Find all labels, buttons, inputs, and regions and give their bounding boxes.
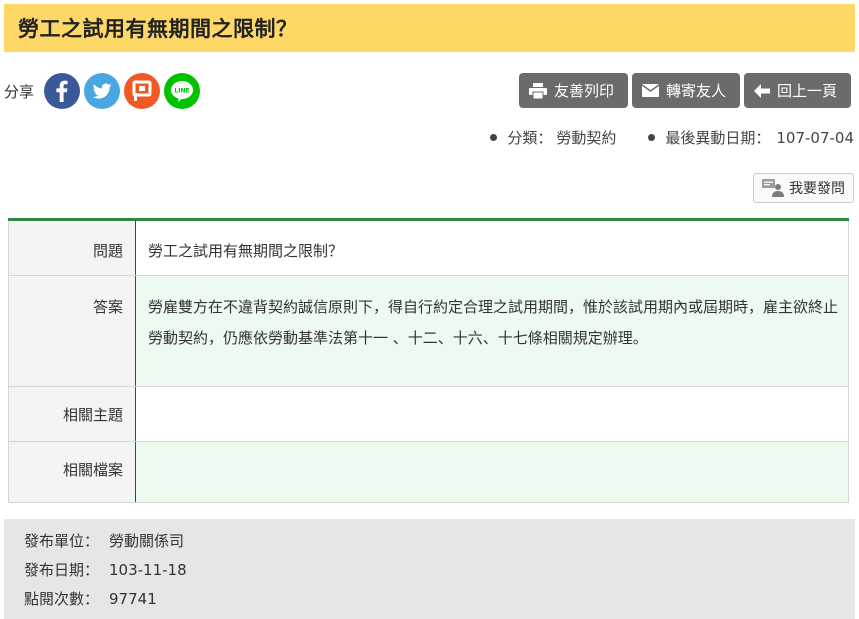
answer-label: 答案 xyxy=(8,275,136,387)
category-value: 勞動契約 xyxy=(556,129,617,147)
related-files-label: 相關檔案 xyxy=(8,441,136,503)
plurk-icon[interactable] xyxy=(124,73,161,109)
updated-info: 最後異動日期： 107-07-04 xyxy=(648,127,854,148)
question-label: 問題 xyxy=(8,219,136,276)
printer-icon xyxy=(528,82,547,99)
envelope-icon xyxy=(641,84,659,97)
share-label: 分享 xyxy=(4,82,35,101)
forward-button-label: 轉寄友人 xyxy=(665,82,726,100)
view-count-label: 點閱次數： xyxy=(24,590,100,608)
arrow-left-icon xyxy=(753,83,770,98)
publish-unit-label: 發布單位： xyxy=(24,532,100,550)
updated-label: 最後異動日期： xyxy=(665,129,771,147)
page-title: 勞工之試用有無期間之限制？ xyxy=(18,17,298,41)
related-topics-row: 相關主題 xyxy=(8,386,849,442)
related-files-value xyxy=(135,441,849,503)
print-button-label: 友善列印 xyxy=(553,82,614,100)
view-count-value: 97741 xyxy=(109,590,157,608)
related-files-row: 相關檔案 xyxy=(8,441,849,503)
category-label: 分類： xyxy=(507,129,553,147)
question-text: 勞工之試用有無期間之限制？ xyxy=(135,219,849,276)
twitter-icon[interactable] xyxy=(84,73,121,109)
bullet-icon xyxy=(648,134,656,141)
back-button-label: 回上一頁 xyxy=(776,82,837,100)
publish-date: 發布日期： 103-11-18 xyxy=(24,560,855,589)
category-info: 分類： 勞動契約 xyxy=(490,127,624,148)
answer-text: 勞雇雙方在不違背契約誠信原則下，得自行約定合理之試用期間，惟於該試用期內或屆期時… xyxy=(135,275,849,387)
print-button[interactable]: 友善列印 xyxy=(518,73,628,108)
share-bar: 分享 LINE xyxy=(4,72,204,110)
publish-unit-value: 勞動關係司 xyxy=(109,532,185,550)
chat-users-icon xyxy=(762,179,784,197)
related-topics-label: 相關主題 xyxy=(8,386,136,442)
line-icon[interactable]: LINE xyxy=(164,73,201,109)
publish-date-label: 發布日期： xyxy=(24,561,100,579)
line-icon-text: LINE xyxy=(174,88,189,95)
bullet-icon xyxy=(490,134,498,141)
action-buttons: 友善列印 轉寄友人 回上一頁 xyxy=(515,73,851,108)
answer-row: 答案 勞雇雙方在不違背契約誠信原則下，得自行約定合理之試用期間，惟於該試用期內或… xyxy=(8,275,849,387)
view-count: 點閱次數： 97741 xyxy=(24,589,855,618)
ask-question-button[interactable]: 我要發問 xyxy=(753,173,854,203)
qa-table: 問題 勞工之試用有無期間之限制？ 答案 勞雇雙方在不違背契約誠信原則下，得自行約… xyxy=(8,218,849,503)
question-row: 問題 勞工之試用有無期間之限制？ xyxy=(8,219,849,276)
related-topics-value xyxy=(135,386,849,442)
back-button[interactable]: 回上一頁 xyxy=(743,73,851,108)
forward-button[interactable]: 轉寄友人 xyxy=(631,73,740,108)
updated-value: 107-07-04 xyxy=(776,128,854,147)
title-bar: 勞工之試用有無期間之限制？ xyxy=(4,4,855,52)
publish-date-value: 103-11-18 xyxy=(109,561,187,579)
meta-info: 分類： 勞動契約 最後異動日期： 107-07-04 xyxy=(466,127,854,148)
publish-unit: 發布單位： 勞動關係司 xyxy=(24,531,855,560)
facebook-icon[interactable] xyxy=(44,73,81,109)
ask-question-label: 我要發問 xyxy=(789,181,845,197)
publish-info: 發布單位： 勞動關係司 發布日期： 103-11-18 點閱次數： 97741 xyxy=(4,519,855,619)
